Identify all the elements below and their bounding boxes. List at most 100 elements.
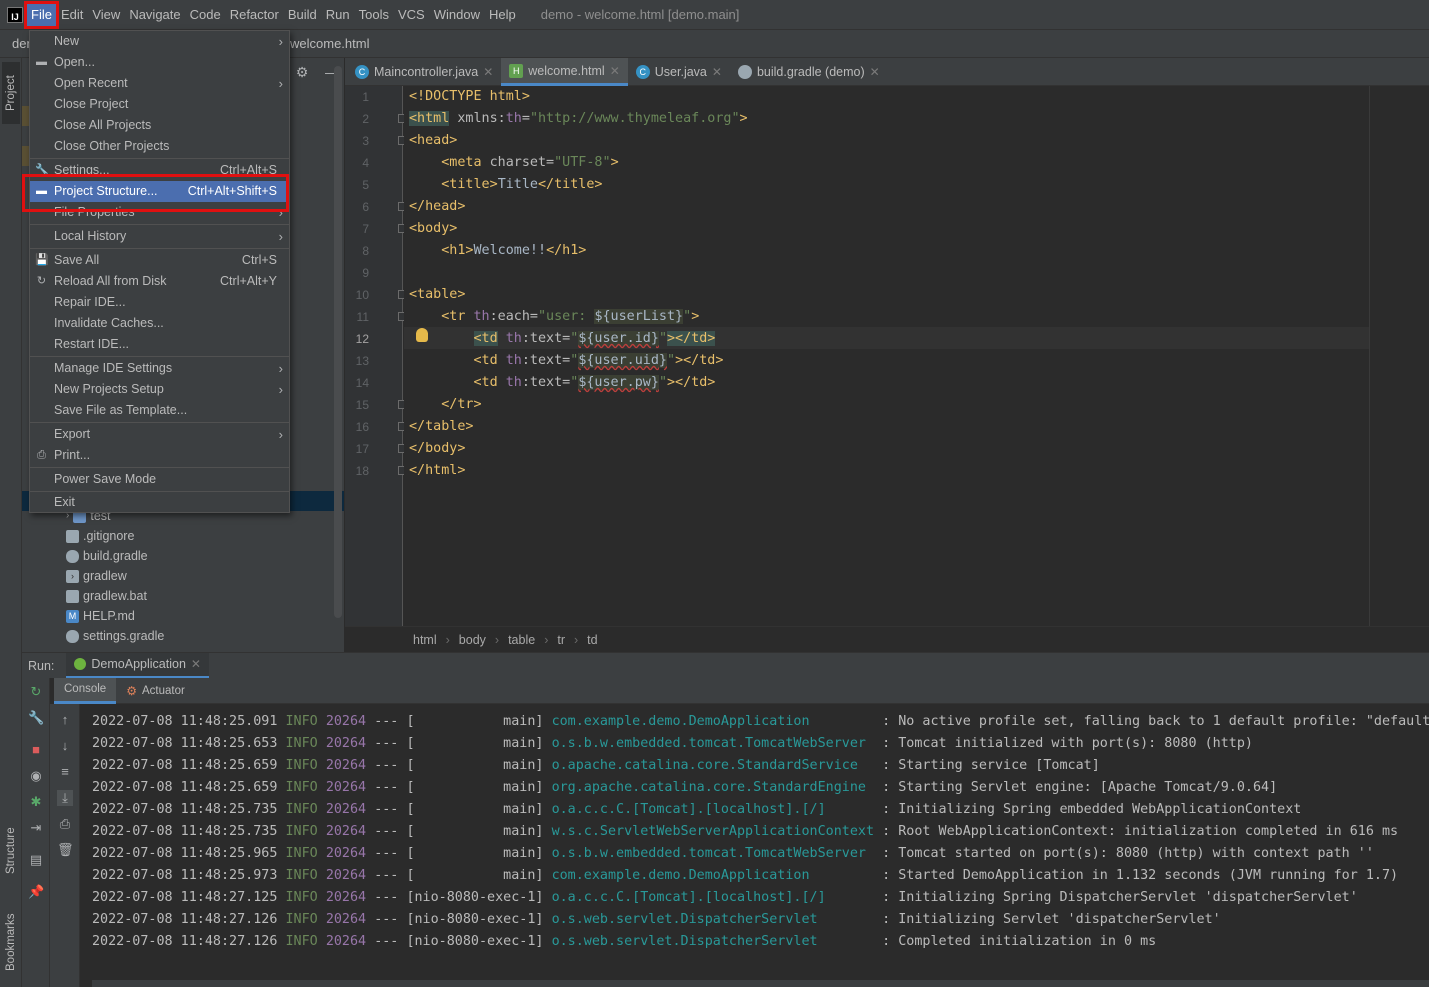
structure-tool-tab[interactable]: Structure	[2, 818, 20, 884]
tree-item-build-gradle[interactable]: build.gradle	[66, 546, 148, 566]
menu-item-open[interactable]: ▬ Open...	[30, 52, 289, 73]
code-line-14[interactable]: <td th:text="${user.pw}"></td>	[409, 372, 715, 394]
log-logger[interactable]: o.apache.catalina.core.StandardService	[552, 758, 874, 773]
layout-icon[interactable]: ▤	[28, 852, 44, 868]
breadcrumb-item[interactable]: body	[459, 633, 486, 647]
code-line-7[interactable]: <body>	[409, 218, 457, 240]
run-config-tab[interactable]: DemoApplication ✕	[66, 652, 209, 679]
gear-icon[interactable]: ⚙	[292, 62, 312, 82]
menu-item-close-other-projects[interactable]: Close Other Projects	[30, 136, 289, 157]
log-logger[interactable]: org.apache.catalina.core.StandardEngine	[552, 780, 874, 795]
menu-item-reload-from-disk[interactable]: ↻ Reload All from Disk Ctrl+Alt+Y	[30, 271, 289, 292]
trash-icon[interactable]: 🗑	[57, 842, 74, 858]
stop-icon[interactable]: ■	[28, 742, 44, 758]
close-icon[interactable]: ✕	[870, 65, 880, 79]
menu-window[interactable]: Window	[430, 4, 484, 26]
arrow-up-icon[interactable]: ↑	[57, 712, 73, 728]
code-line-17[interactable]: </body>	[409, 438, 465, 460]
menu-item-repair-ide[interactable]: Repair IDE...	[30, 292, 289, 313]
code-line-12[interactable]: <td th:text="${user.id}"></td>	[409, 328, 716, 350]
tab-user-java[interactable]: C User.java ✕	[628, 58, 730, 86]
console-output[interactable]: 2022-07-08 11:48:25.091 INFO 20264 --- […	[80, 704, 1429, 987]
menu-item-close-all-projects[interactable]: Close All Projects	[30, 115, 289, 136]
menu-item-print[interactable]: ⎙ Print...	[30, 445, 289, 466]
log-logger[interactable]: o.a.c.c.C.[Tomcat].[localhost].[/]	[552, 802, 874, 817]
menu-item-export[interactable]: Export ›	[30, 424, 289, 445]
tree-item-gradlew-bat[interactable]: gradlew.bat	[66, 586, 147, 606]
code-line-4[interactable]: <meta charset="UTF-8">	[409, 152, 618, 174]
code-line-2[interactable]: <html xmlns:th="http://www.thymeleaf.org…	[409, 108, 748, 130]
tree-item-settings-gradle[interactable]: settings.gradle	[66, 626, 164, 646]
tab-build-gradle[interactable]: build.gradle (demo) ✕	[730, 58, 888, 86]
code-line-18[interactable]: </html>	[409, 460, 465, 482]
console-horizontal-scrollbar[interactable]	[92, 980, 1429, 987]
menu-item-save-file-as-template[interactable]: Save File as Template...	[30, 400, 289, 421]
log-logger[interactable]: o.s.b.w.embedded.tomcat.TomcatWebServer	[552, 736, 874, 751]
menu-item-open-recent[interactable]: Open Recent ›	[30, 73, 289, 94]
debug-icon[interactable]: ✱	[28, 794, 44, 810]
menu-code[interactable]: Code	[186, 4, 225, 26]
tab-maincontroller-java[interactable]: C Maincontroller.java ✕	[345, 58, 501, 86]
tree-scrollbar[interactable]	[334, 66, 342, 618]
code-line-6[interactable]: </head>	[409, 196, 465, 218]
code-line-3[interactable]: <head>	[409, 130, 457, 152]
pin-icon[interactable]: 📌	[28, 884, 44, 900]
code-line-8[interactable]: <h1>Welcome!!</h1>	[409, 240, 586, 262]
menu-item-restart-ide[interactable]: Restart IDE...	[30, 334, 289, 355]
breadcrumb-item[interactable]: html	[413, 633, 437, 647]
code-line-15[interactable]: </tr>	[409, 394, 481, 416]
menu-item-save-all[interactable]: 💾 Save All Ctrl+S	[30, 250, 289, 271]
menu-view[interactable]: View	[88, 4, 124, 26]
soft-wrap-icon[interactable]: ≡	[57, 764, 73, 780]
close-icon[interactable]: ✕	[610, 64, 620, 78]
menu-item-power-save-mode[interactable]: Power Save Mode	[30, 469, 289, 490]
tree-item-gradlew[interactable]: › gradlew	[66, 566, 127, 586]
log-logger[interactable]: o.s.web.servlet.DispatcherServlet	[552, 912, 874, 927]
menu-navigate[interactable]: Navigate	[125, 4, 184, 26]
log-logger[interactable]: o.s.web.servlet.DispatcherServlet	[552, 934, 874, 949]
code-line-10[interactable]: <table>	[409, 284, 465, 306]
menu-build[interactable]: Build	[284, 4, 321, 26]
bookmarks-tool-tab[interactable]: Bookmarks	[2, 900, 20, 984]
tab-actuator[interactable]: ⚙ Actuator	[116, 678, 195, 704]
rerun-icon[interactable]: ↻	[28, 684, 44, 700]
nav-file-name[interactable]: welcome.html	[290, 36, 369, 51]
camera-icon[interactable]: ◉	[28, 768, 44, 784]
breadcrumb-item[interactable]: td	[587, 633, 597, 647]
menu-help[interactable]: Help	[485, 4, 520, 26]
scroll-to-end-icon[interactable]: ⤓	[57, 790, 73, 806]
tab-console[interactable]: Console	[54, 677, 117, 704]
menu-edit[interactable]: Edit	[57, 4, 87, 26]
log-logger[interactable]: o.s.b.w.embedded.tomcat.TomcatWebServer	[552, 846, 874, 861]
menu-item-new-projects-setup[interactable]: New Projects Setup ›	[30, 379, 289, 400]
code-line-1[interactable]: <!DOCTYPE html>	[409, 86, 530, 108]
tree-item-help-md[interactable]: M HELP.md	[66, 606, 135, 626]
log-logger[interactable]: com.example.demo.DemoApplication	[552, 868, 874, 883]
print-icon[interactable]: ⎙	[57, 816, 73, 832]
menu-item-invalidate-caches[interactable]: Invalidate Caches...	[30, 313, 289, 334]
log-logger[interactable]: o.a.c.c.C.[Tomcat].[localhost].[/]	[552, 890, 874, 905]
menu-run[interactable]: Run	[322, 4, 354, 26]
code-line-5[interactable]: <title>Title</title>	[409, 174, 602, 196]
wrench-icon[interactable]: 🔧	[28, 710, 44, 726]
close-icon[interactable]: ✕	[712, 65, 722, 79]
log-logger[interactable]: com.example.demo.DemoApplication	[552, 714, 874, 729]
tree-item-gitignore[interactable]: .gitignore	[66, 526, 134, 546]
breadcrumb-item[interactable]: tr	[557, 633, 565, 647]
close-icon[interactable]: ✕	[483, 65, 493, 79]
menu-vcs[interactable]: VCS	[394, 4, 429, 26]
arrow-down-icon[interactable]: ↓	[57, 738, 73, 754]
breadcrumb-item[interactable]: table	[508, 633, 535, 647]
project-tool-tab[interactable]: Project	[2, 62, 20, 124]
menu-item-local-history[interactable]: Local History ›	[30, 226, 289, 247]
code-line-16[interactable]: </table>	[409, 416, 474, 438]
menu-file[interactable]: File	[24, 0, 59, 29]
menu-item-manage-ide-settings[interactable]: Manage IDE Settings ›	[30, 358, 289, 379]
code-line-11[interactable]: <tr th:each="user: ${userList}">	[409, 306, 699, 328]
menu-refactor[interactable]: Refactor	[226, 4, 283, 26]
menu-item-new[interactable]: New ›	[30, 31, 289, 52]
log-logger[interactable]: w.s.c.ServletWebServerApplicationContext	[552, 824, 874, 839]
menu-tools[interactable]: Tools	[355, 4, 393, 26]
menu-item-exit[interactable]: Exit	[30, 492, 289, 513]
exit-icon[interactable]: ⇥	[28, 820, 44, 836]
